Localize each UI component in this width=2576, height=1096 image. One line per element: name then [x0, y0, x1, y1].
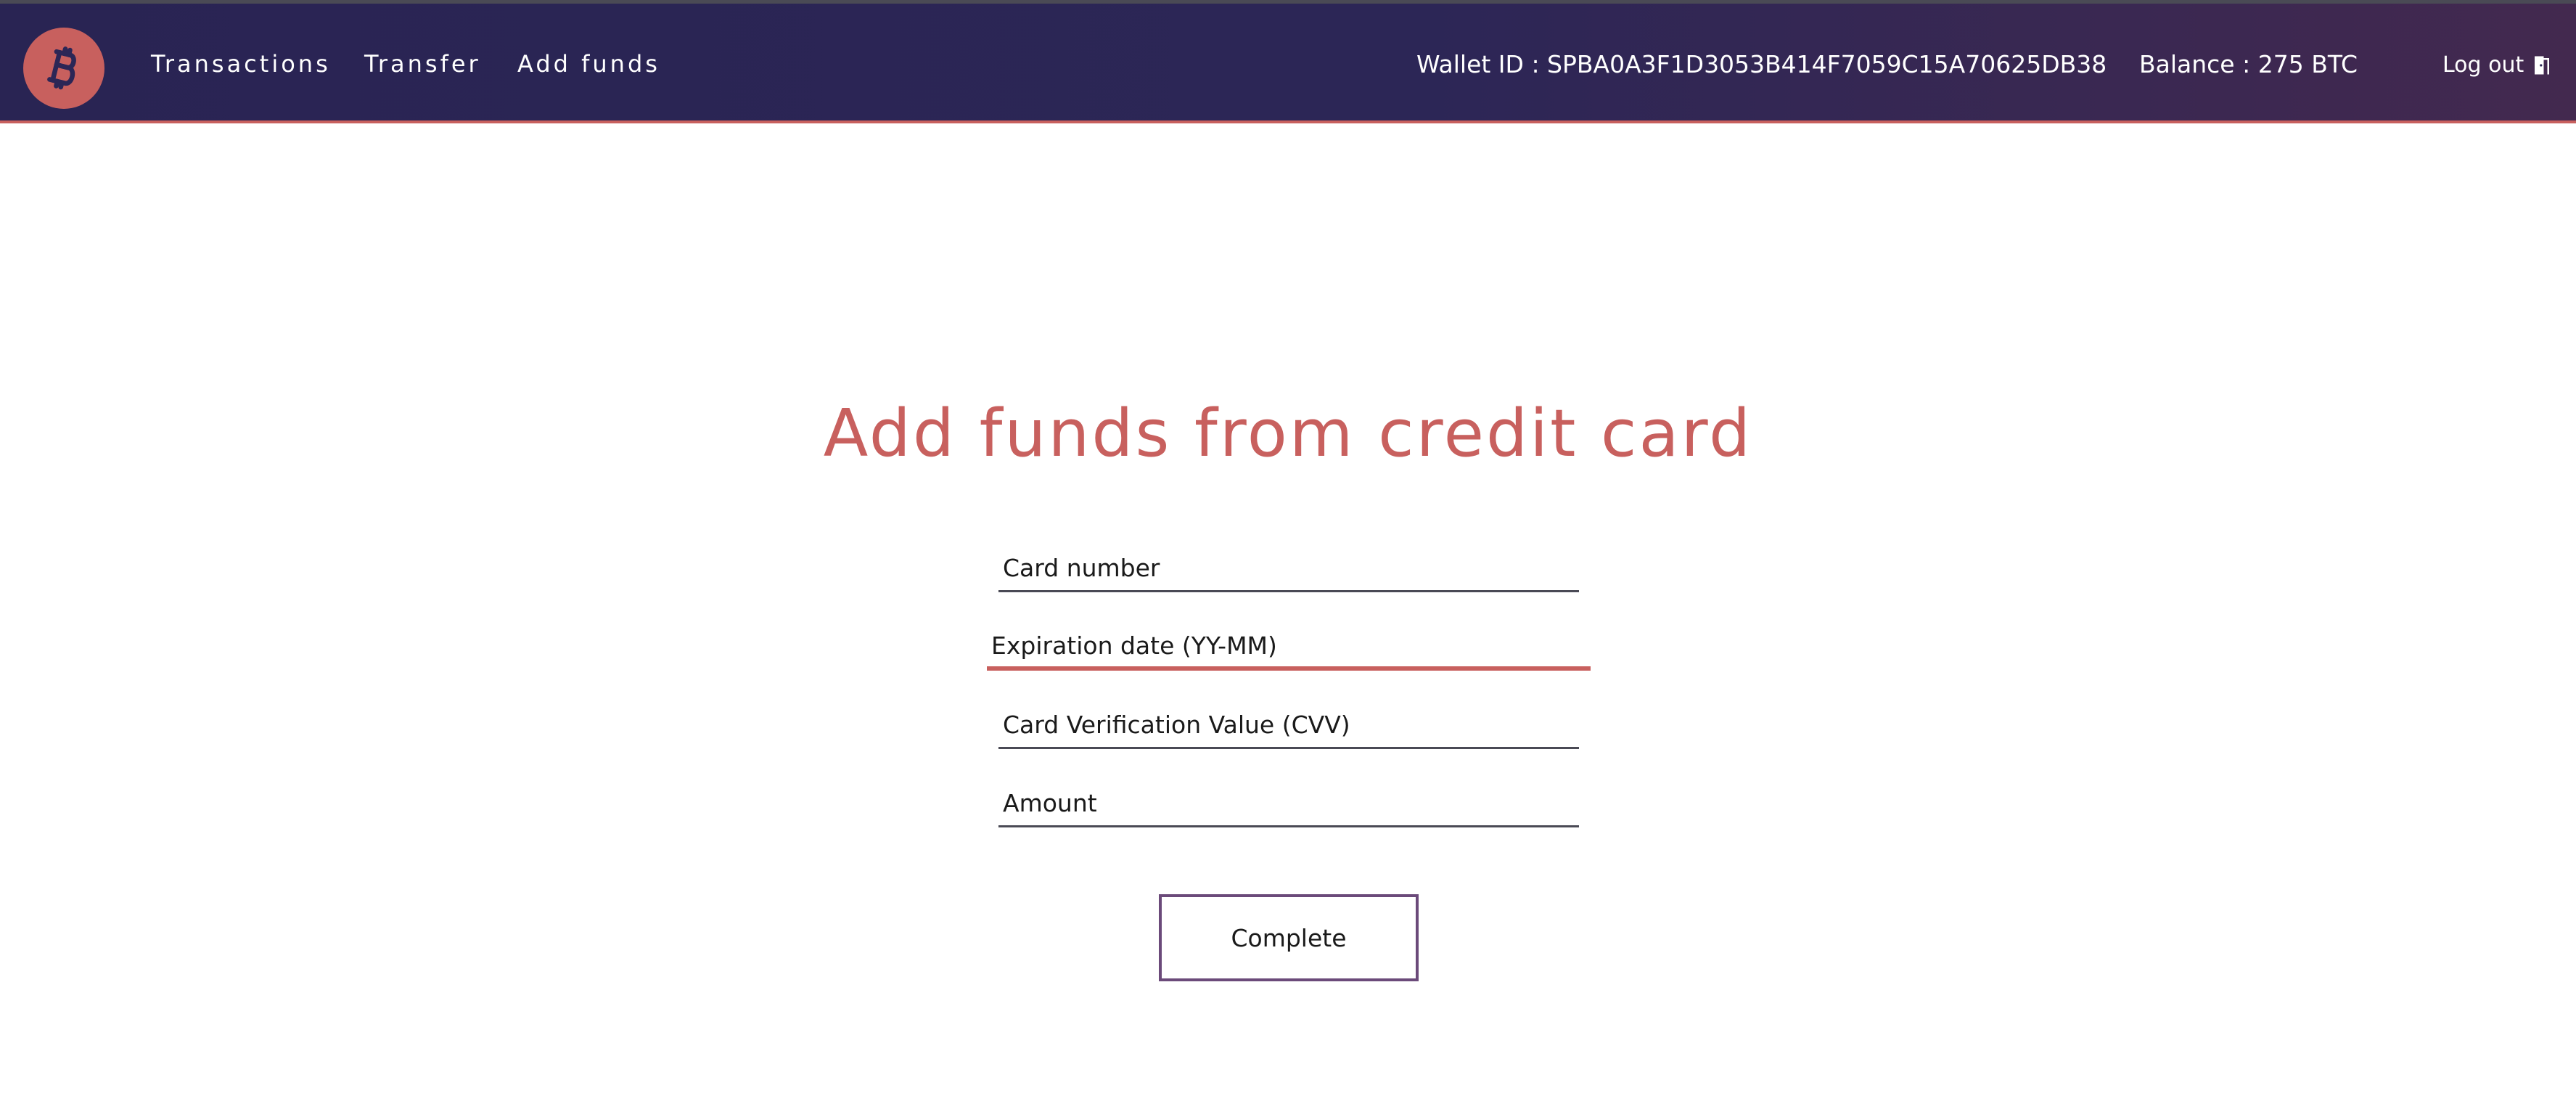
- nav-link-transactions[interactable]: Transactions: [151, 50, 331, 78]
- card-number-input[interactable]: [998, 546, 1579, 590]
- expiration-date-field: [987, 624, 1591, 671]
- bitcoin-icon: [47, 46, 76, 90]
- top-navigation-bar: Transactions Transfer Add funds Wallet I…: [0, 0, 2576, 123]
- logout-label: Log out: [2442, 52, 2524, 78]
- page-title: Add funds from credit card: [823, 396, 1753, 472]
- amount-input[interactable]: [998, 781, 1579, 825]
- nav-link-transfer[interactable]: Transfer: [364, 50, 481, 78]
- nav-link-add-funds[interactable]: Add funds: [517, 50, 660, 78]
- wallet-id-label: Wallet ID : SPBA0A3F1D3053B414F7059C15A7…: [1416, 50, 2107, 78]
- complete-button[interactable]: Complete: [1159, 894, 1419, 981]
- cvv-field: [998, 703, 1579, 749]
- balance-label: Balance : 275 BTC: [2139, 50, 2358, 78]
- amount-field: [998, 781, 1579, 827]
- card-number-field: [998, 546, 1579, 592]
- bitcoin-logo[interactable]: [23, 28, 104, 109]
- logout-button[interactable]: Log out: [2442, 52, 2553, 78]
- expiration-date-input[interactable]: [987, 624, 1591, 666]
- door-exit-icon: [2535, 56, 2550, 74]
- cvv-input[interactable]: [998, 703, 1579, 747]
